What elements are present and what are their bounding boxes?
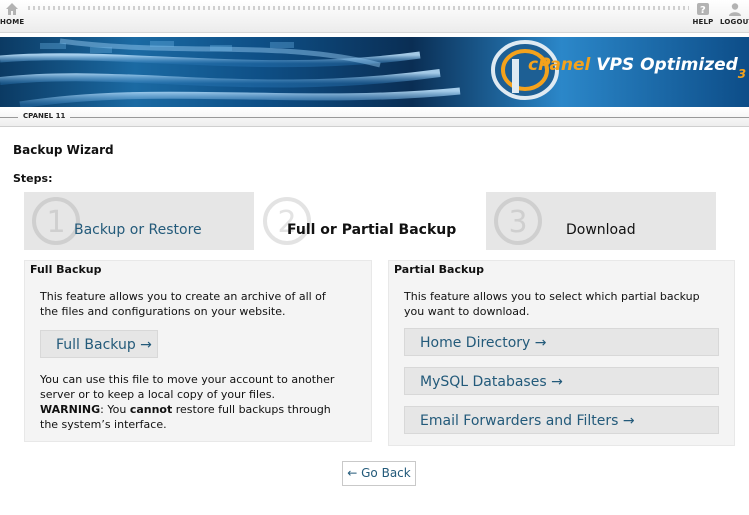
- brand-version: 3: [737, 67, 747, 81]
- nav-divider: [28, 6, 689, 10]
- go-back-button[interactable]: ← Go Back: [342, 461, 416, 486]
- warning-text-post: restore full backups through: [172, 403, 331, 416]
- user-icon: [729, 3, 741, 16]
- help-button[interactable]: ? HELP: [690, 2, 716, 26]
- logout-label: LOGOUT: [720, 18, 749, 26]
- full-backup-button[interactable]: Full Backup →: [40, 330, 158, 358]
- partial-backup-heading: Partial Backup: [394, 263, 485, 276]
- step-full-or-partial: 2 Full or Partial Backup: [255, 192, 485, 250]
- help-label: HELP: [692, 18, 714, 26]
- full-backup-note-line1: You can use this file to move your accou…: [40, 373, 335, 386]
- brand-logo: cPanel VPS Optimized3: [528, 55, 746, 81]
- step-label-3: Download: [566, 222, 636, 238]
- partial-backup-panel: Partial Backup This feature allows you t…: [388, 260, 735, 446]
- step-number-1: 1: [46, 205, 65, 240]
- step-label-2: Full or Partial Backup: [287, 222, 457, 238]
- step-download: 3 Download: [486, 192, 716, 250]
- home-directory-button[interactable]: Home Directory →: [404, 328, 719, 356]
- top-nav-bar: HOME ? HELP LOGOUT: [0, 0, 749, 33]
- logout-button[interactable]: LOGOUT: [720, 2, 749, 26]
- step-number-3-icon: 3: [494, 197, 542, 245]
- home-button[interactable]: HOME: [0, 2, 24, 26]
- full-backup-note-line4: the system’s interface.: [40, 418, 167, 431]
- breadcrumb-label: CPANEL 11: [23, 112, 66, 120]
- breadcrumb: CPANEL 11: [0, 108, 749, 127]
- full-backup-heading: Full Backup: [30, 263, 102, 276]
- warning-label: WARNING: [40, 403, 101, 416]
- full-backup-description-line1: This feature allows you to create an arc…: [40, 290, 326, 303]
- breadcrumb-rule-right: [70, 117, 749, 118]
- breadcrumb-rule-left: [0, 117, 18, 118]
- full-backup-description-line2: the files and configurations on your web…: [40, 305, 286, 318]
- full-backup-note: You can use this file to move your accou…: [40, 372, 334, 432]
- partial-backup-description-line2: you want to download.: [404, 305, 530, 318]
- step-label-1: Backup or Restore: [74, 222, 202, 238]
- partial-backup-description: This feature allows you to select which …: [404, 289, 700, 319]
- warning-text-pre: : You: [100, 403, 130, 416]
- brand-vps-optimized: VPS Optimized: [590, 55, 738, 75]
- svg-text:?: ?: [700, 5, 706, 16]
- page-title: Backup Wizard: [13, 143, 114, 157]
- step-backup-or-restore: 1 Backup or Restore: [24, 192, 254, 250]
- full-backup-note-line2: server or to keep a local copy of your f…: [40, 388, 276, 401]
- partial-backup-description-line1: This feature allows you to select which …: [404, 290, 700, 303]
- step-number-3: 3: [508, 205, 527, 240]
- help-icon: ?: [697, 3, 709, 16]
- full-backup-panel: Full Backup This feature allows you to c…: [24, 260, 372, 442]
- email-forwarders-filters-button[interactable]: Email Forwarders and Filters →: [404, 406, 719, 434]
- warning-cannot: cannot: [129, 403, 173, 416]
- steps-label: Steps:: [13, 172, 53, 185]
- cpanel-banner: cPanel VPS Optimized3: [0, 37, 749, 107]
- home-icon: [6, 3, 18, 15]
- mysql-databases-button[interactable]: MySQL Databases →: [404, 367, 719, 395]
- home-label: HOME: [0, 18, 25, 26]
- full-backup-description: This feature allows you to create an arc…: [40, 289, 326, 319]
- brand-cpanel: cPanel: [528, 55, 591, 75]
